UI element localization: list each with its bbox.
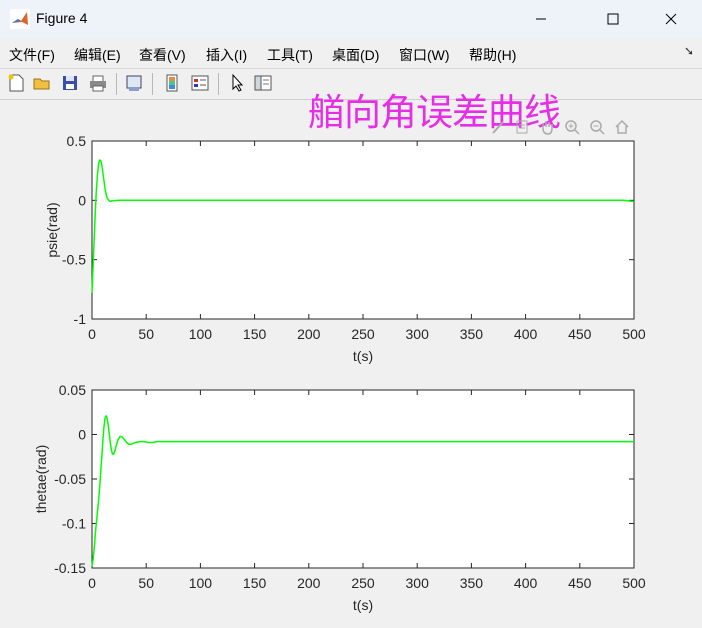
- x-tick-label: 250: [351, 326, 375, 342]
- x-tick-label: 50: [138, 326, 154, 342]
- y-tick-label: 0.5: [67, 133, 87, 149]
- x-tick-label: 150: [243, 575, 267, 591]
- x-tick-label: 450: [568, 575, 592, 591]
- y-tick-label: -0.05: [54, 471, 86, 487]
- x-tick-label: 450: [568, 326, 592, 342]
- x-tick-label: 200: [297, 326, 321, 342]
- x-tick-label: 100: [189, 326, 213, 342]
- x-tick-label: 500: [622, 575, 646, 591]
- x-tick-label: 400: [514, 575, 538, 591]
- y-tick-label: 0.05: [59, 382, 86, 398]
- x-tick-label: 0: [88, 326, 96, 342]
- x-tick-label: 0: [88, 575, 96, 591]
- x-tick-label: 400: [514, 326, 538, 342]
- x-tick-label: 300: [406, 575, 430, 591]
- x-tick-label: 100: [189, 575, 213, 591]
- y-axis-label: psie(rad): [44, 202, 60, 257]
- y-tick-label: 0: [78, 192, 86, 208]
- x-tick-label: 350: [460, 326, 484, 342]
- y-tick-label: -0.5: [62, 252, 86, 268]
- x-tick-label: 250: [351, 575, 375, 591]
- y-tick-label: -0.15: [54, 560, 86, 576]
- x-tick-label: 50: [138, 575, 154, 591]
- x-tick-label: 200: [297, 575, 321, 591]
- axes-2: 0 50 100 150 200 250 300 350 400 450 500 -0.15 -0.1 -…: [33, 382, 646, 613]
- y-tick-label: -0.1: [62, 516, 86, 532]
- y-tick-label: -1: [74, 311, 87, 327]
- x-tick-label: 150: [243, 326, 267, 342]
- y-tick-label: 0: [78, 427, 86, 443]
- x-tick-label: 300: [406, 326, 430, 342]
- x-tick-label: 350: [460, 575, 484, 591]
- y-axis-label: thetae(rad): [33, 445, 49, 513]
- x-axis-label: t(s): [353, 597, 373, 613]
- plot-area: [91, 389, 635, 569]
- axes-1: 0 50 100 150 200 250 300 350 400 450 500 -1 -0.5 0 0.5…: [44, 133, 646, 364]
- x-tick-label: 500: [622, 326, 646, 342]
- figure-canvas: 0 50 100 150 200 250 300 350 400 450 500-1-0.500.5…: [33, 133, 646, 613]
- x-axis-label: t(s): [353, 348, 373, 364]
- plot-area: [91, 140, 635, 320]
